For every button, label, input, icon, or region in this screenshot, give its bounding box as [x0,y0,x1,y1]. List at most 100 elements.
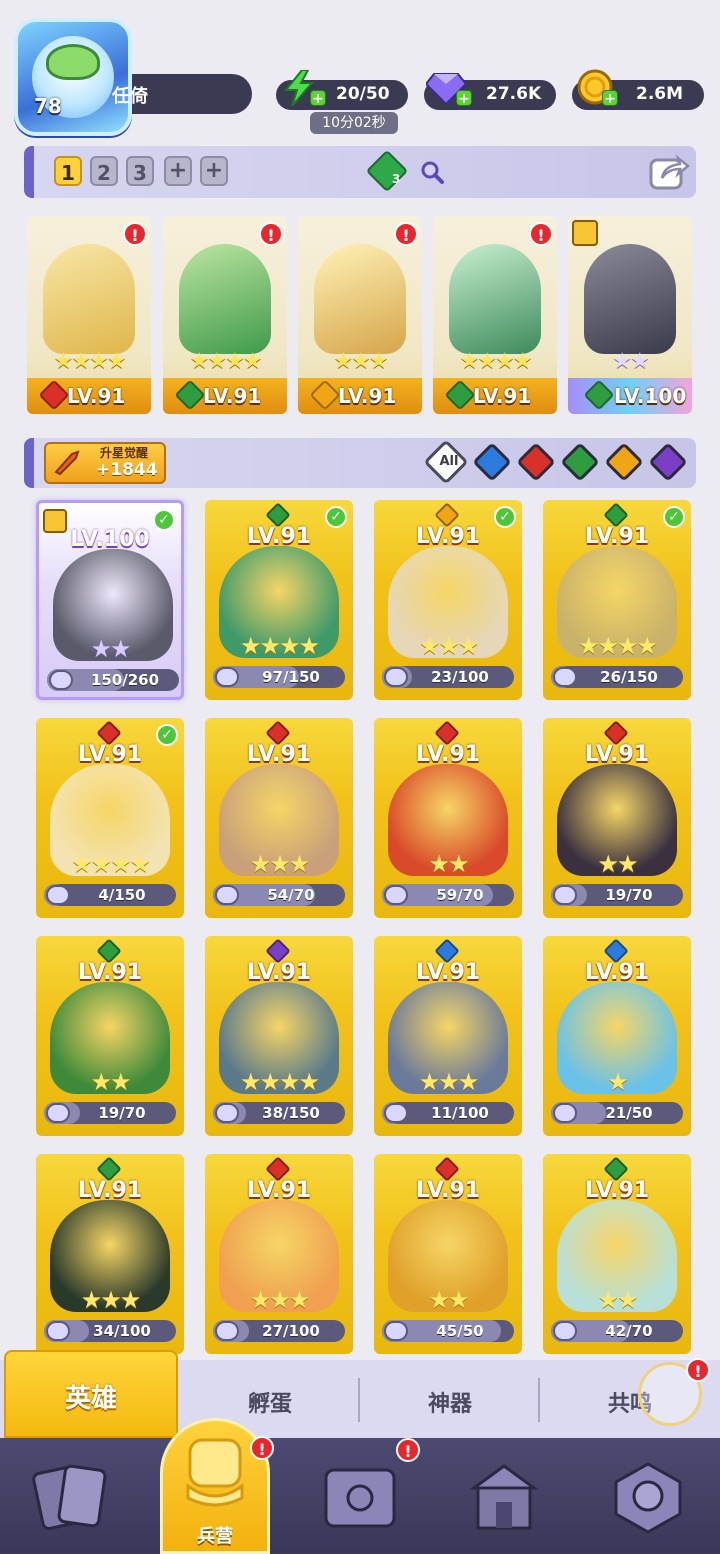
shard-count: 34/100 [93,1322,151,1340]
temple-icon[interactable] [464,1460,544,1536]
hero-card[interactable]: LV.91 ★★ 19/70 [543,718,691,918]
hero-card[interactable]: ✓ LV.91 ★★★★ 4/150 [36,718,184,918]
lineup-hero-1[interactable]: ★★★★ LV.91 ! [27,216,151,414]
hero-card[interactable]: ✓ LV.91 ★★★★ 26/150 [543,500,691,700]
shard-progress-bar: 19/70 [551,884,683,906]
hero-card[interactable]: LV.91 ★★ 45/50 [374,1154,522,1354]
shard-icon [553,667,577,687]
hero-stars: ★★ [597,850,638,878]
filter-all-label: All [439,454,459,469]
hero-level: LV.100 [614,384,687,408]
shard-count: 42/70 [605,1322,653,1340]
tab-artifact[interactable]: 神器 [360,1386,540,1418]
energy-value: 20/50 [336,84,390,104]
shard-icon [215,885,239,905]
lineup-hero-5[interactable]: ★★ LV.100 [568,216,692,414]
avatar-hat [46,44,100,80]
hero-stars: ★★ [90,1068,131,1096]
gold-plus-icon[interactable]: + [602,90,618,107]
alert-icon: ! [529,222,553,246]
hero-level: LV.91 [415,960,481,985]
shard-progress-bar: 11/100 [382,1102,514,1124]
hero-card[interactable]: LV.91 ★★★ 11/100 [374,936,522,1136]
shard-progress-bar: 150/260 [47,669,179,691]
tab-hatch[interactable]: 孵蛋 [180,1386,360,1418]
gems-plus-icon[interactable]: + [456,90,472,107]
shard-count: 59/70 [436,886,484,904]
hero-card[interactable]: LV.91 ★★★★ 38/150 [205,936,353,1136]
hero-level: LV.91 [584,960,650,985]
team-tab-3[interactable]: 3 [126,156,154,186]
team-add-button-1[interactable]: + [164,156,192,186]
hero-stars: ★★ [612,349,649,374]
shard-icon [553,885,577,905]
shard-icon [215,667,239,687]
player-avatar[interactable]: 78 [14,18,132,136]
hero-stars: ★★★ [249,850,311,878]
hero-stars: ★★★★ [239,1068,320,1096]
hero-stars: ★★★★ [459,349,533,374]
hero-level: LV.91 [415,742,481,767]
star-up-value: +1844 [96,460,158,480]
hero-stars: ★★★★ [239,632,320,660]
team-add-button-2[interactable]: + [200,156,228,186]
hero-card[interactable]: ✓ LV.91 ★★★★ 97/150 [205,500,353,700]
map-book-icon[interactable] [320,1460,400,1536]
shard-count: 19/70 [605,886,653,904]
hero-portrait [449,244,541,354]
hero-level: LV.91 [584,742,650,767]
hero-stars: ★★★★ [53,349,127,374]
lineup-hero-4[interactable]: ★★★★ LV.91 ! [433,216,557,414]
hero-card[interactable]: LV.91 ★★★ 34/100 [36,1154,184,1354]
shard-progress-bar: 23/100 [382,666,514,688]
team-tab-1[interactable]: 1 [54,156,82,186]
shard-count: 38/150 [262,1104,320,1122]
shard-progress-bar: 4/150 [44,884,176,906]
hero-stars: ★★ [597,1286,638,1314]
cards-icon[interactable] [32,1460,112,1536]
shard-progress-bar: 54/70 [213,884,345,906]
shard-progress-bar: 59/70 [382,884,514,906]
hero-stars: ★★★ [418,632,480,660]
barracks-icon [186,1438,244,1507]
shard-progress-bar: 45/50 [382,1320,514,1342]
shard-count: 4/150 [98,886,146,904]
sword-icon [54,450,80,476]
mushroom-guild-icon[interactable] [608,1460,688,1536]
hero-level: LV.91 [246,524,312,549]
shard-progress-bar: 26/150 [551,666,683,688]
energy-plus-icon[interactable]: + [310,90,326,107]
team-gem-count: 3 [392,172,401,186]
shard-icon [384,667,408,687]
hero-card[interactable]: ✓ LV.91 ★★★ 23/100 [374,500,522,700]
hero-stars: ★★★★ [70,850,151,878]
shard-count: 54/70 [267,886,315,904]
hero-card[interactable]: LV.91 ★★ 59/70 [374,718,522,918]
shard-count: 27/100 [262,1322,320,1340]
shard-count: 23/100 [431,668,489,686]
share-icon[interactable] [648,152,690,192]
hero-card[interactable]: LV.91 ★★★ 54/70 [205,718,353,918]
team-tab-2[interactable]: 2 [90,156,118,186]
nav-barracks-label: 兵营 [197,1526,233,1547]
team-selector-bar [24,146,696,198]
hero-card[interactable]: LV.91 ★★ 19/70 [36,936,184,1136]
shard-count: 97/150 [262,668,320,686]
lineup-hero-3[interactable]: ★★★ LV.91 ! [298,216,422,414]
hero-level: LV.91 [415,1178,481,1203]
alert-icon: ! [686,1358,710,1382]
shard-icon [215,1103,239,1123]
shard-progress-bar: 42/70 [551,1320,683,1342]
search-icon[interactable] [420,160,444,184]
shard-count: 21/50 [605,1104,653,1122]
hero-card[interactable]: ✓ LV.100 ★★ 150/260 [36,500,184,700]
lineup-hero-2[interactable]: ★★★★ LV.91 ! [163,216,287,414]
hero-stars: ★ [607,1068,629,1096]
hero-stars: ★★★ [80,1286,142,1314]
hero-card[interactable]: LV.91 ★ 21/50 [543,936,691,1136]
hero-card[interactable]: LV.91 ★★★ 27/100 [205,1154,353,1354]
hero-card[interactable]: LV.91 ★★ 42/70 [543,1154,691,1354]
shard-count: 45/50 [436,1322,484,1340]
tab-hero-label: 英雄 [64,1384,117,1414]
shard-progress-bar: 27/100 [213,1320,345,1342]
